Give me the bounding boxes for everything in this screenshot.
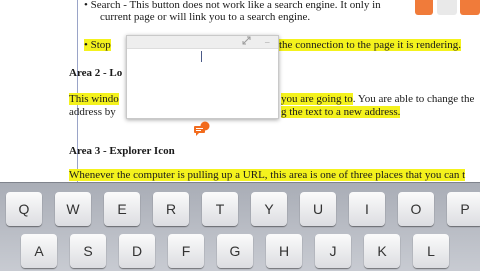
- key-w[interactable]: W: [55, 192, 91, 226]
- key-j[interactable]: J: [315, 234, 351, 268]
- key-u[interactable]: U: [300, 192, 336, 226]
- toolbar-button-1[interactable]: [415, 0, 433, 15]
- key-y[interactable]: Y: [251, 192, 287, 226]
- key-s[interactable]: S: [70, 234, 106, 268]
- key-l[interactable]: L: [413, 234, 449, 268]
- minimize-icon[interactable]: –: [265, 36, 270, 48]
- key-f[interactable]: F: [168, 234, 204, 268]
- key-e[interactable]: E: [104, 192, 140, 226]
- para-line-1-right: you are going to. You are able to change…: [281, 93, 475, 105]
- heading-area-2: Area 2 - Lo: [69, 67, 123, 79]
- para-3-line-1: Whenever the computer is pulling up a UR…: [69, 169, 466, 181]
- expand-icon[interactable]: [242, 36, 251, 48]
- key-q[interactable]: Q: [6, 192, 42, 226]
- doc-line-3: • Stop: [84, 39, 111, 51]
- key-i[interactable]: I: [349, 192, 385, 226]
- key-d[interactable]: D: [119, 234, 155, 268]
- key-t[interactable]: T: [202, 192, 238, 226]
- comment-icon[interactable]: [193, 121, 211, 137]
- doc-line-2: current page or will link you to a searc…: [100, 11, 311, 23]
- para-line-2-right: g the text to a new address.: [281, 106, 401, 118]
- key-r[interactable]: R: [153, 192, 189, 226]
- on-screen-keyboard: QWERTYUIOP ASDFGHJKL: [0, 182, 480, 271]
- note-popup[interactable]: –: [126, 35, 279, 119]
- note-title-bar[interactable]: –: [127, 36, 278, 49]
- para-line-2-left: address by: [69, 106, 116, 118]
- key-h[interactable]: H: [266, 234, 302, 268]
- toolbar-button-3[interactable]: [460, 0, 480, 15]
- note-text-area[interactable]: [131, 50, 274, 114]
- doc-line-3-right: the connection to the page it is renderi…: [279, 39, 462, 51]
- key-o[interactable]: O: [398, 192, 434, 226]
- key-g[interactable]: G: [217, 234, 253, 268]
- toolbar-button-2[interactable]: [437, 0, 457, 15]
- key-p[interactable]: P: [447, 192, 480, 226]
- key-a[interactable]: A: [21, 234, 57, 268]
- heading-area-3: Area 3 - Explorer Icon: [69, 145, 175, 157]
- key-k[interactable]: K: [364, 234, 400, 268]
- para-line-1-left: This windo: [69, 93, 119, 105]
